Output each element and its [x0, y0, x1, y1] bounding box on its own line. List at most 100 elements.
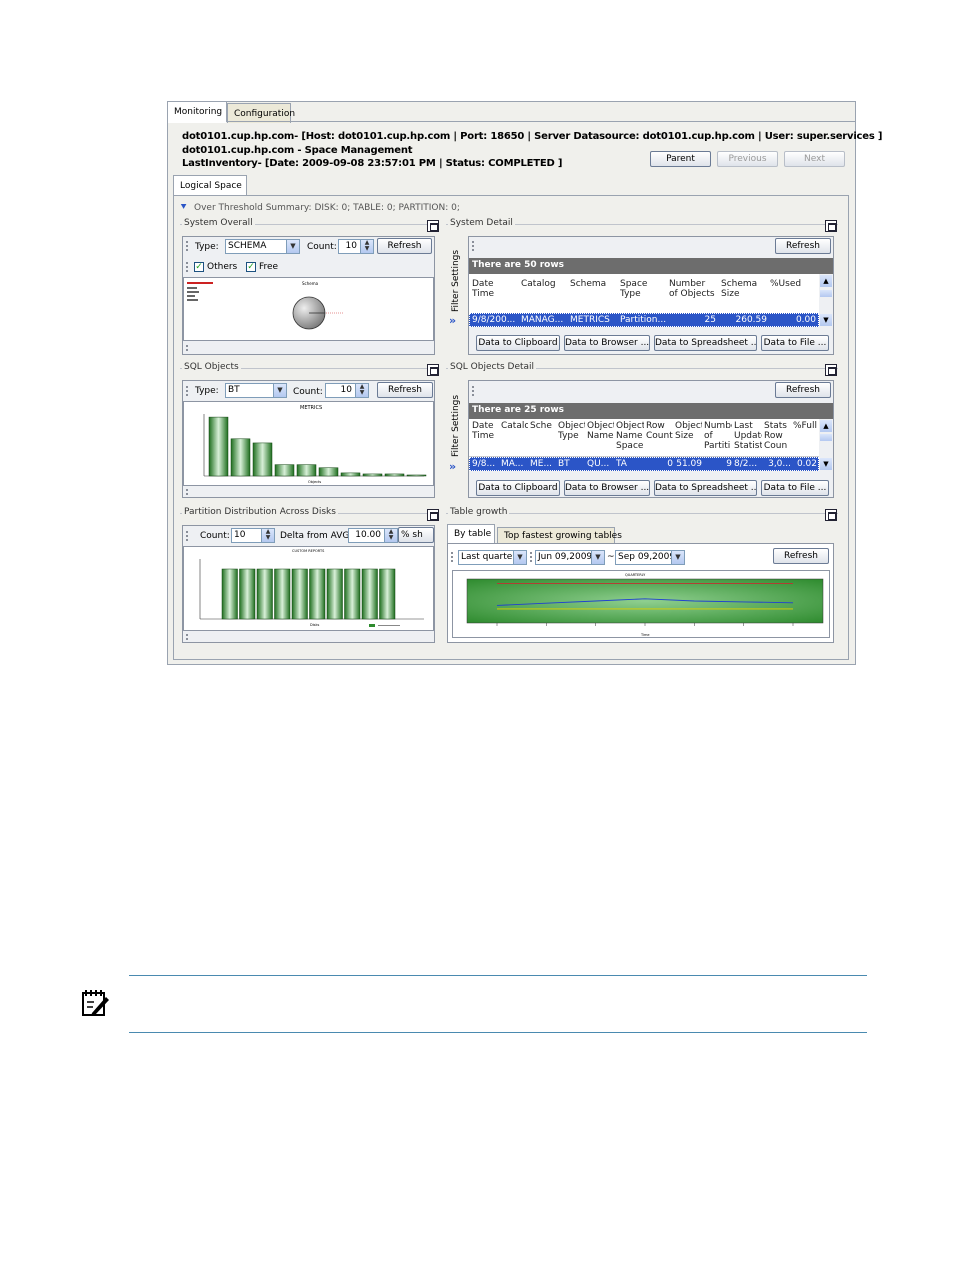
scroll-down-icon[interactable]: ▼	[820, 458, 832, 470]
data-to-file-button[interactable]: Data to File ...	[761, 335, 829, 351]
column-header[interactable]: Row Count	[646, 421, 673, 455]
scrollbar[interactable]: ▲ ▼	[819, 419, 833, 472]
delta-stepper[interactable]: 10.00 ▲ ▼	[348, 528, 398, 543]
maximize-icon[interactable]	[427, 220, 439, 232]
column-header[interactable]: Number of Partiti	[704, 421, 732, 455]
tab-logical-space[interactable]: Logical Space	[173, 175, 247, 196]
data-to-clipboard-button[interactable]: Data to Clipboard	[476, 335, 560, 351]
table-cell: Partition...	[620, 315, 666, 325]
data-to-browser-button[interactable]: Data to Browser ...	[564, 335, 650, 351]
toolbar-grip[interactable]	[186, 489, 188, 495]
tab-by-table[interactable]: By table	[447, 524, 495, 544]
count-stepper[interactable]: 10 ▲ ▼	[338, 239, 374, 254]
toolbar-grip[interactable]	[451, 552, 453, 562]
scrollbar[interactable]: ▲ ▼	[819, 274, 833, 328]
show-button[interactable]: % sh	[398, 527, 434, 543]
data-to-clipboard-button[interactable]: Data to Clipboard	[476, 480, 560, 496]
column-header[interactable]: Catalog	[521, 279, 567, 313]
sql-objects-detail-refresh-button[interactable]: Refresh	[775, 382, 831, 398]
column-header[interactable]: Object Size	[675, 421, 702, 455]
bar	[340, 472, 361, 477]
previous-button[interactable]: Previous	[717, 151, 778, 167]
tab-monitoring[interactable]: Monitoring	[167, 101, 227, 122]
data-to-browser-button[interactable]: Data to Browser ...	[564, 480, 650, 496]
count-label: Count:	[200, 531, 230, 541]
table-cell: 9/8/200...	[472, 315, 516, 325]
system-detail-refresh-button[interactable]: Refresh	[775, 238, 831, 254]
column-header[interactable]: Schema	[570, 279, 617, 313]
count-label: Count:	[293, 387, 323, 397]
table-growth-title: Table growth	[448, 507, 510, 517]
count-stepper[interactable]: 10 ▲ ▼	[325, 383, 369, 398]
maximize-icon[interactable]	[825, 364, 837, 376]
data-to-spreadsheet-button[interactable]: Data to Spreadsheet ...	[654, 480, 757, 496]
column-header[interactable]: Sche	[530, 421, 556, 455]
others-checkbox[interactable]: ✓	[194, 262, 204, 272]
column-header[interactable]: Object Name Space	[616, 421, 644, 455]
object-type-select[interactable]: BT ▼	[225, 383, 287, 398]
column-header[interactable]: Last Update Statist	[734, 421, 762, 455]
chevron-down-icon: ▼	[286, 240, 299, 253]
bar	[326, 568, 343, 620]
from-date-select[interactable]: Jun 09,2009 ▼	[535, 550, 605, 565]
sql-objects-refresh-button[interactable]: Refresh	[377, 382, 433, 398]
data-to-file-button[interactable]: Data to File ...	[761, 480, 829, 496]
count-label: Count:	[307, 242, 337, 252]
scroll-up-icon[interactable]: ▲	[820, 420, 832, 432]
table-cell: 0	[667, 459, 673, 469]
column-header[interactable]: Date Time	[472, 279, 518, 313]
table-growth-refresh-button[interactable]: Refresh	[773, 548, 829, 564]
note-bottom-rule	[129, 1032, 867, 1033]
maximize-icon[interactable]	[427, 364, 439, 376]
chart-xlabel: Objects	[308, 480, 321, 484]
bar	[252, 442, 273, 477]
column-header[interactable]: %Full	[793, 421, 817, 455]
double-chevron-down-icon[interactable]: ⯆	[180, 203, 187, 213]
others-label: Others	[207, 262, 238, 272]
tab-top-fastest-growing[interactable]: Top fastest growing tables	[497, 527, 622, 544]
system-overall-refresh-button[interactable]: Refresh	[377, 238, 432, 254]
maximize-icon[interactable]	[427, 509, 439, 521]
column-header[interactable]: Catalo	[501, 421, 528, 455]
toolbar-grip[interactable]	[186, 345, 188, 351]
chart-xlabel: Disks	[310, 623, 320, 627]
column-header[interactable]: Object Name	[587, 421, 614, 455]
bar	[362, 473, 383, 477]
column-header[interactable]: Stats Row Coun	[764, 421, 791, 455]
column-header[interactable]: Space Type	[620, 279, 666, 313]
scroll-down-icon[interactable]: ▼	[820, 314, 832, 326]
scroll-thumb[interactable]	[820, 290, 832, 297]
column-header[interactable]: Number of Objects	[669, 279, 716, 313]
maximize-icon[interactable]	[825, 220, 837, 232]
data-to-spreadsheet-button[interactable]: Data to Spreadsheet ...	[654, 335, 757, 351]
toolbar-grip[interactable]	[186, 241, 188, 251]
toolbar-grip[interactable]	[186, 634, 188, 640]
maximize-icon[interactable]	[825, 509, 837, 521]
count-stepper[interactable]: 10 ▲ ▼	[231, 528, 275, 543]
tab-configuration[interactable]: Configuration	[227, 103, 295, 123]
column-header[interactable]: Date Time	[472, 421, 499, 455]
scroll-up-icon[interactable]: ▲	[820, 275, 832, 287]
parent-button[interactable]: Parent	[650, 151, 711, 167]
next-button[interactable]: Next	[784, 151, 845, 167]
type-select[interactable]: SCHEMA ▼	[225, 239, 300, 254]
toolbar-grip[interactable]	[186, 262, 188, 272]
column-header[interactable]: %Used	[770, 279, 816, 313]
table-cell: BT	[558, 459, 570, 469]
filter-settings-tab[interactable]: Filter Settings	[451, 250, 461, 312]
toolbar-grip[interactable]	[186, 386, 188, 396]
column-header[interactable]: Schema Size	[721, 279, 767, 313]
table-cell: TA	[616, 459, 627, 469]
toolbar-grip[interactable]	[186, 531, 188, 541]
double-chevron-right-icon[interactable]: »	[449, 314, 456, 327]
scroll-thumb[interactable]	[820, 434, 832, 441]
toolbar-grip[interactable]	[472, 241, 474, 251]
free-checkbox[interactable]: ✓	[246, 262, 256, 272]
toolbar-grip[interactable]	[472, 386, 474, 396]
to-date-select[interactable]: Sep 09,2009 ▼	[615, 550, 685, 565]
toolbar-grip[interactable]	[530, 552, 532, 562]
range-select[interactable]: Last quarter ▼	[458, 550, 527, 565]
column-header[interactable]: Object Type	[558, 421, 585, 455]
filter-settings-tab[interactable]: Filter Settings	[451, 395, 461, 457]
double-chevron-right-icon[interactable]: »	[449, 460, 456, 473]
